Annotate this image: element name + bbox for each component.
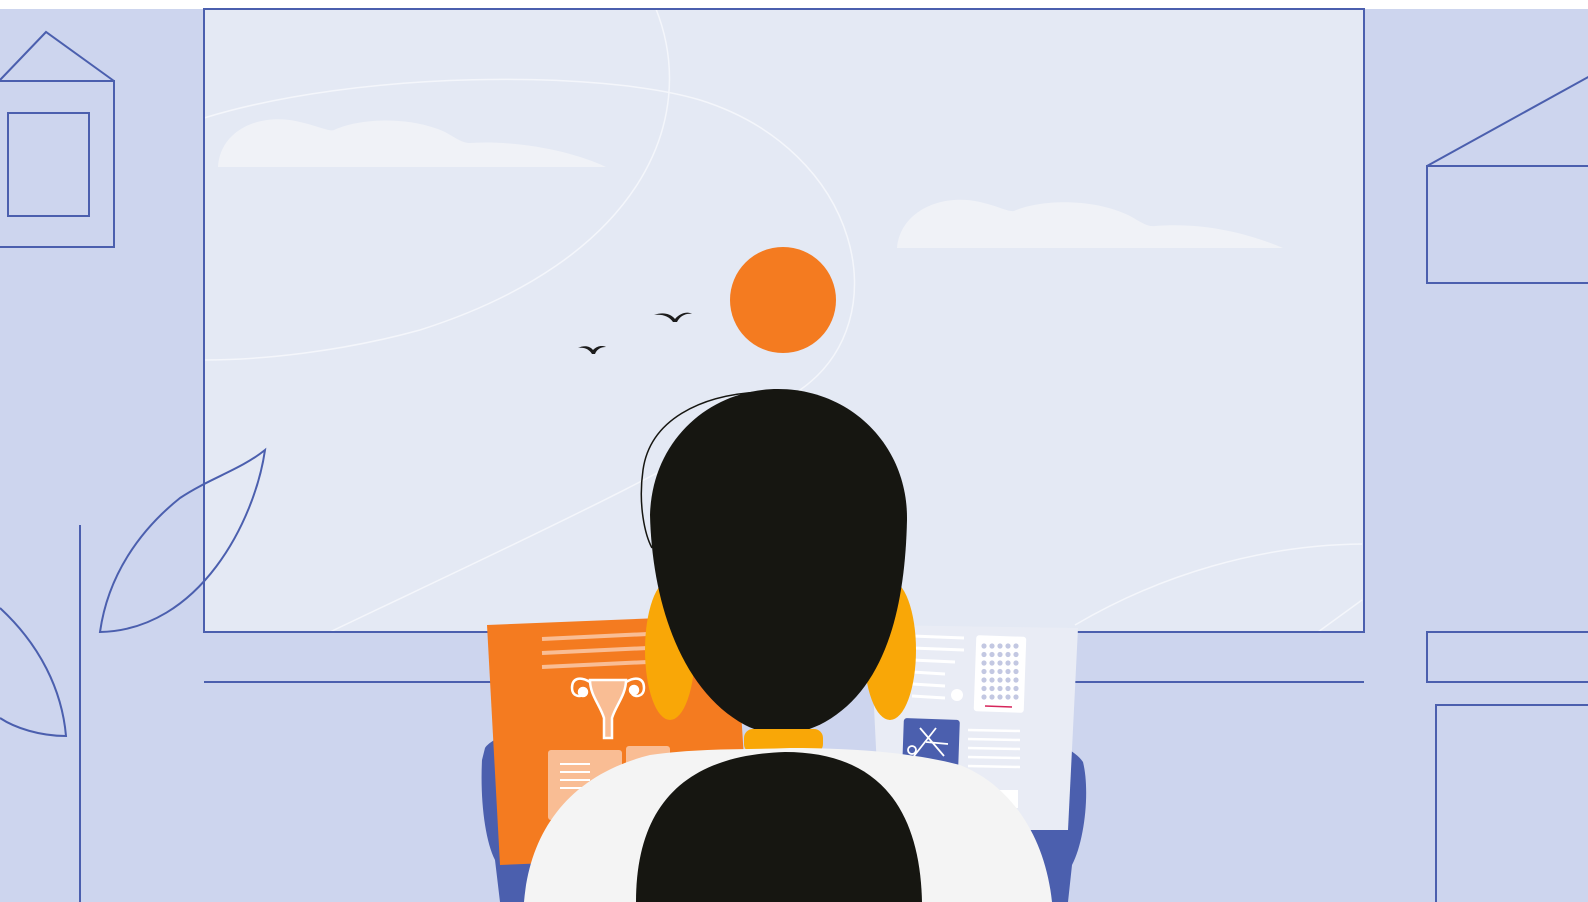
calendar-dot <box>1005 694 1011 700</box>
calendar-dot <box>989 694 995 700</box>
calendar-dot <box>989 685 995 692</box>
calendar-dot <box>997 694 1003 700</box>
calendar-dot <box>981 660 987 666</box>
calendar-dot <box>1013 694 1019 700</box>
calendar-dot <box>997 660 1003 666</box>
sun-icon <box>730 247 836 353</box>
calendar-dot <box>981 677 987 683</box>
calendar-dot <box>981 643 987 649</box>
calendar-dot <box>1005 685 1011 692</box>
paper-dot <box>951 689 963 701</box>
calendar-dot <box>981 651 987 658</box>
calendar-icon <box>973 635 1027 713</box>
calendar-dot <box>1013 685 1019 692</box>
calendar-dot <box>997 651 1003 658</box>
calendar-dot <box>1005 643 1011 649</box>
illustration-scene <box>0 0 1588 902</box>
calendar-dot <box>1013 660 1019 666</box>
calendar-dot <box>1013 668 1019 675</box>
calendar-dot <box>997 668 1003 675</box>
calendar-dot <box>997 643 1003 649</box>
calendar-dot <box>1005 668 1011 675</box>
calendar-dot <box>1013 643 1019 649</box>
calendar-dot <box>1005 651 1011 658</box>
top-strip <box>0 0 1588 9</box>
calendar-dot <box>981 694 987 700</box>
illustration-canvas <box>0 0 1588 902</box>
calendar-dot <box>997 677 1003 683</box>
calendar-dot <box>981 668 987 675</box>
calendar-dot <box>989 668 995 675</box>
calendar-dot <box>981 685 987 692</box>
calendar-dot <box>997 685 1003 692</box>
calendar-dot <box>989 677 995 683</box>
calendar-dot <box>1013 651 1019 658</box>
calendar-dot <box>989 651 995 658</box>
calendar-dot <box>1005 677 1011 683</box>
calendar-dot <box>1005 660 1011 666</box>
calendar-dot <box>989 660 995 666</box>
calendar-dot <box>1013 677 1019 683</box>
calendar-dot <box>989 643 995 649</box>
